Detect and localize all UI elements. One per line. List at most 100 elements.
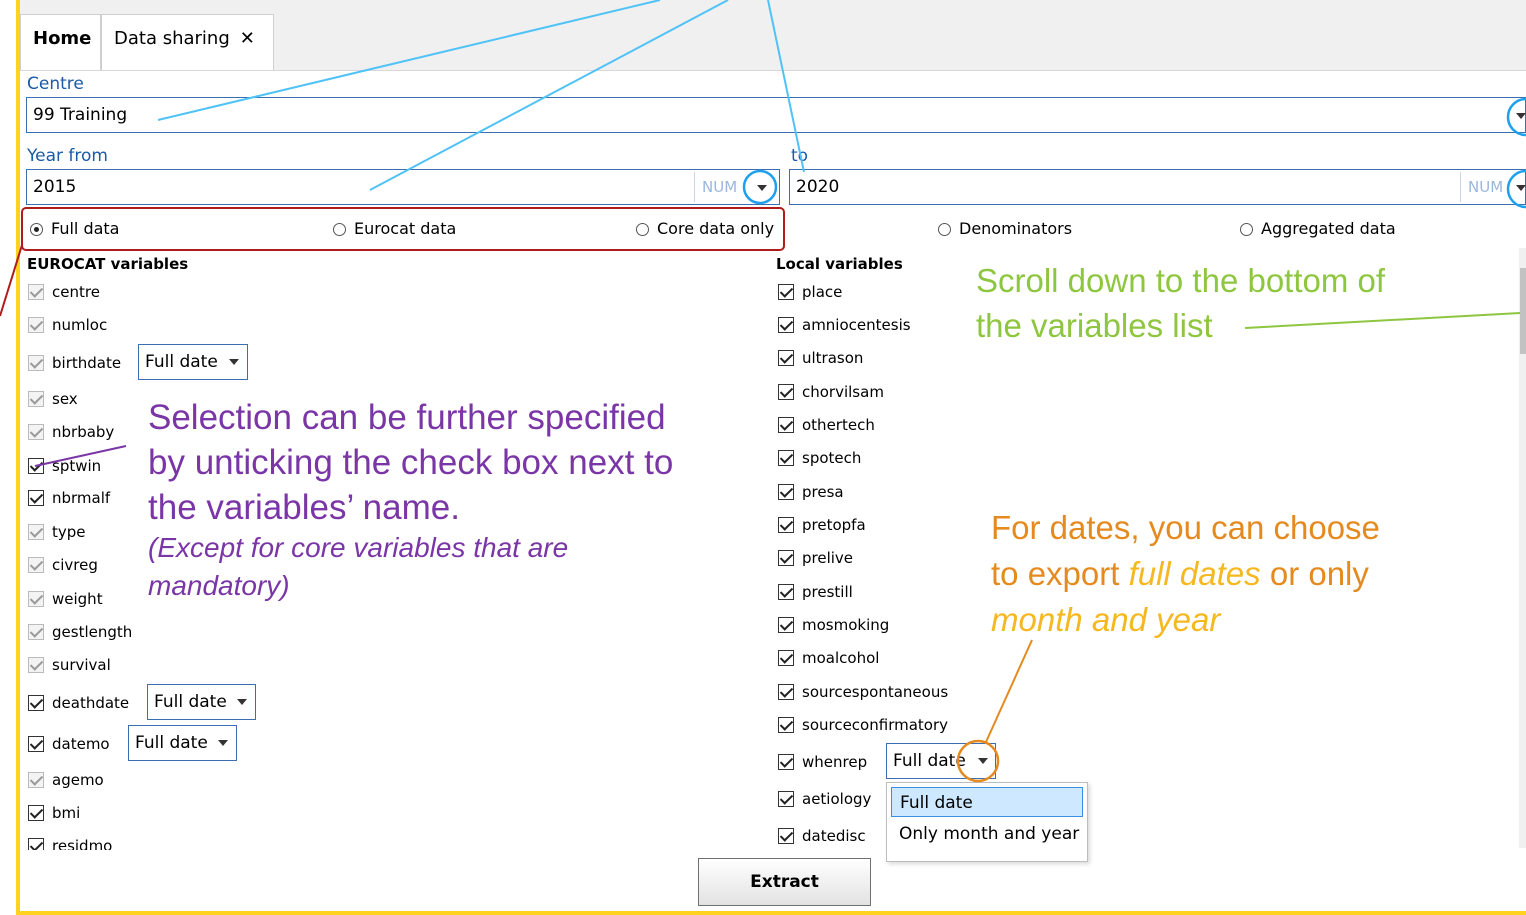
scrollbar-thumb[interactable] [1520, 268, 1526, 354]
variable-row[interactable]: birthdate [28, 352, 121, 374]
year-from-field[interactable]: 2015 [26, 169, 780, 205]
centre-select[interactable]: 99 Training [26, 97, 1526, 133]
radio-denominators[interactable]: Denominators [938, 218, 1072, 240]
dropdown-value: Full date [893, 751, 966, 771]
tab-home-label: Home [33, 28, 92, 49]
variable-name: sptwin [52, 457, 102, 475]
chevron-down-icon [218, 740, 228, 746]
variable-row[interactable]: datemo [28, 733, 110, 755]
tab-data-sharing[interactable]: Data sharing ✕ [101, 14, 274, 70]
checkbox-icon [28, 557, 44, 573]
variable-row[interactable]: sourceconfirmatory [778, 714, 948, 736]
variable-row[interactable]: moalcohol [778, 647, 879, 669]
variable-row[interactable]: numloc [28, 314, 107, 336]
variable-row[interactable]: whenrep [778, 751, 867, 773]
chevron-down-icon[interactable] [1516, 185, 1526, 191]
variable-row[interactable]: mosmoking [778, 614, 889, 636]
checkbox-icon [778, 450, 794, 466]
checkbox-icon [778, 650, 794, 666]
radio-aggregated-data[interactable]: Aggregated data [1240, 218, 1396, 240]
menu-item-month-year[interactable]: Only month and year [887, 819, 1087, 849]
variable-row[interactable]: nbrbaby [28, 421, 114, 443]
close-icon[interactable]: ✕ [240, 28, 255, 49]
variable-row[interactable]: sourcespontaneous [778, 681, 948, 703]
variable-row[interactable]: sptwin [28, 455, 101, 477]
variable-row[interactable]: nbrmalf [28, 487, 110, 509]
variable-row[interactable]: deathdate [28, 692, 129, 714]
variable-row[interactable]: bmi [28, 802, 80, 824]
variable-row[interactable]: prestill [778, 581, 853, 603]
chevron-down-icon[interactable] [757, 185, 767, 191]
checkbox-icon [778, 484, 794, 500]
date-format-dropdown[interactable]: Full date [138, 344, 248, 380]
variable-name: mosmoking [802, 616, 890, 634]
annotation-text: to export [991, 555, 1129, 592]
variable-name: nbrbaby [52, 423, 115, 441]
annotation-highlight: month and year [991, 601, 1221, 638]
radio-core-data-only[interactable]: Core data only [636, 218, 774, 240]
centre-value: 99 Training [33, 105, 128, 125]
extract-button[interactable]: Extract [698, 858, 871, 906]
variable-name: othertech [802, 416, 875, 434]
variable-name: sourcespontaneous [802, 683, 949, 701]
chevron-down-icon [237, 699, 247, 705]
variable-name: aetiology [802, 790, 872, 808]
variable-row[interactable]: agemo [28, 769, 104, 791]
checkbox-icon [778, 384, 794, 400]
variable-name: amniocentesis [802, 316, 911, 334]
variable-row[interactable]: civreg [28, 554, 98, 576]
checkbox-icon [778, 754, 794, 770]
variable-row[interactable]: place [778, 281, 842, 303]
tab-data-sharing-label: Data sharing [114, 28, 230, 49]
variable-row[interactable]: type [28, 521, 86, 543]
checkbox-icon [778, 284, 794, 300]
radio-label: Core data only [657, 219, 775, 238]
radio-label: Full data [51, 219, 120, 238]
variable-row[interactable]: presa [778, 481, 844, 503]
variable-row[interactable]: pretopfa [778, 514, 866, 536]
checkbox-icon [778, 350, 794, 366]
tab-home[interactable]: Home [20, 14, 101, 70]
year-to-field[interactable]: 2020 [789, 169, 1526, 205]
variable-row[interactable]: gestlength [28, 621, 132, 643]
date-format-menu: Full date Only month and year [886, 782, 1088, 862]
chevron-down-icon [978, 758, 988, 764]
variable-name: bmi [52, 804, 81, 822]
variable-row[interactable]: aetiology [778, 788, 871, 810]
checkbox-icon [778, 617, 794, 633]
variable-row[interactable]: residmo [28, 835, 112, 850]
annotation-line: Scroll down to the bottom of [976, 262, 1386, 299]
menu-item-full-date[interactable]: Full date [891, 787, 1083, 817]
checkbox-icon [28, 355, 44, 371]
year-from-value: 2015 [33, 177, 77, 197]
radio-icon [636, 223, 649, 236]
variable-row[interactable]: sex [28, 388, 78, 410]
variable-name: prelive [802, 549, 854, 567]
divider [1460, 172, 1461, 202]
chevron-down-icon[interactable] [1516, 113, 1526, 119]
variable-row[interactable]: survival [28, 654, 111, 676]
checkbox-icon [778, 417, 794, 433]
date-format-dropdown[interactable]: Full date [886, 743, 996, 779]
dropdown-value: Full date [154, 692, 227, 712]
variable-row[interactable]: othertech [778, 414, 875, 436]
checkbox-icon [28, 490, 44, 506]
variable-row[interactable]: centre [28, 281, 100, 303]
variable-row[interactable]: datedisc [778, 825, 866, 847]
variable-row[interactable]: chorvilsam [778, 381, 884, 403]
variable-name: agemo [52, 771, 104, 789]
checkbox-icon [778, 550, 794, 566]
num-indicator: NUM [702, 178, 738, 196]
variable-row[interactable]: amniocentesis [778, 314, 911, 336]
date-format-dropdown[interactable]: Full date [128, 725, 237, 761]
variable-name: moalcohol [802, 649, 880, 667]
variable-row[interactable]: spotech [778, 447, 861, 469]
radio-full-data[interactable]: Full data [30, 218, 119, 240]
variable-row[interactable]: ultrason [778, 347, 863, 369]
variable-row[interactable]: prelive [778, 547, 853, 569]
annotation-line: the variables list [976, 307, 1213, 344]
variable-name: nbrmalf [52, 489, 111, 507]
radio-eurocat-data[interactable]: Eurocat data [333, 218, 456, 240]
variable-row[interactable]: weight [28, 588, 103, 610]
date-format-dropdown[interactable]: Full date [147, 684, 256, 720]
